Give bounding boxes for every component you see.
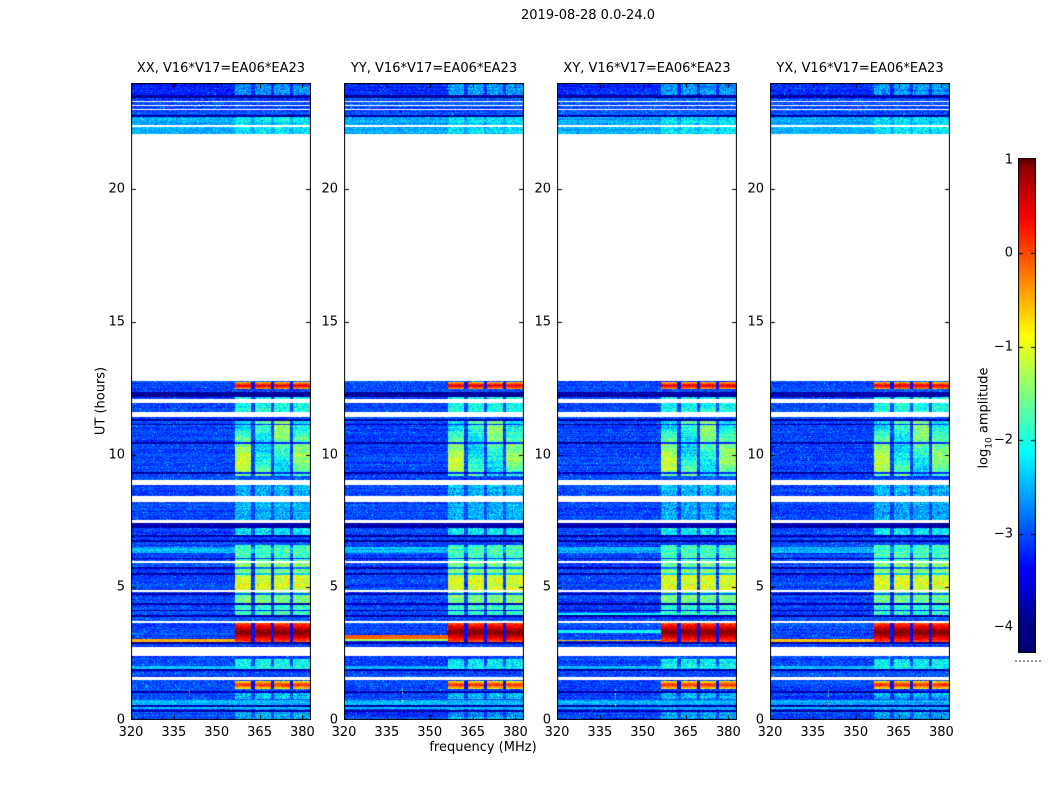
y-tick-label: 15 xyxy=(747,314,764,330)
colorbar-extend-dots xyxy=(1015,660,1041,662)
y-tick-label: 15 xyxy=(534,314,551,330)
y-tick-label: 20 xyxy=(747,181,764,197)
y-axis-label: UT (hours) xyxy=(93,366,109,436)
colorbar-tick-label: −4 xyxy=(993,619,1013,635)
y-tick-label: 15 xyxy=(321,314,338,330)
x-tick-label: 350 xyxy=(417,725,443,740)
x-tick-label: 335 xyxy=(800,725,826,740)
y-tick-label: 10 xyxy=(747,447,764,463)
x-tick-label: 380 xyxy=(290,725,315,740)
x-tick-label: 320 xyxy=(118,725,144,740)
figure-title: 2019-08-28 0.0-24.0 xyxy=(521,8,655,23)
spectrogram-canvas-xy xyxy=(557,83,737,720)
colorbar-tick-label: −1 xyxy=(993,339,1013,355)
y-tick-label: 20 xyxy=(534,181,551,197)
y-tick-label: 5 xyxy=(755,579,764,595)
x-tick-label: 380 xyxy=(716,725,741,740)
y-tick-label: 0 xyxy=(329,712,338,728)
x-tick-label: 320 xyxy=(544,725,570,740)
y-tick-label: 0 xyxy=(755,712,764,728)
y-tick-label: 10 xyxy=(108,447,125,463)
colorbar-tick-label: −3 xyxy=(993,526,1013,542)
colorbar-label: log10 amplitude xyxy=(976,367,995,469)
x-tick-label: 350 xyxy=(843,725,869,740)
y-tick-label: 5 xyxy=(329,579,338,595)
x-tick-label: 365 xyxy=(673,725,698,740)
x-tick-label: 350 xyxy=(630,725,656,740)
panel-title-xx: XX, V16*V17=EA06*EA23 xyxy=(136,61,306,76)
colorbar-canvas xyxy=(1018,158,1036,653)
x-axis-label: frequency (MHz) xyxy=(429,740,537,755)
x-tick-label: 380 xyxy=(503,725,528,740)
y-tick-label: 5 xyxy=(116,579,125,595)
x-tick-label: 365 xyxy=(247,725,272,740)
spectrogram-canvas-yx xyxy=(770,83,950,720)
x-tick-label: 365 xyxy=(460,725,485,740)
y-tick-label: 20 xyxy=(108,181,125,197)
panel-title-yx: YX, V16*V17=EA06*EA23 xyxy=(776,61,944,76)
panel-title-xy: XY, V16*V17=EA06*EA23 xyxy=(563,61,731,76)
y-tick-label: 10 xyxy=(534,447,551,463)
colorbar-tick-label: 0 xyxy=(1004,245,1013,261)
x-tick-label: 380 xyxy=(929,725,954,740)
colorbar-tick-label: 1 xyxy=(1004,152,1013,168)
y-tick-label: 0 xyxy=(116,712,125,728)
x-tick-label: 350 xyxy=(204,725,230,740)
y-tick-label: 5 xyxy=(542,579,551,595)
x-tick-label: 320 xyxy=(331,725,357,740)
y-tick-label: 20 xyxy=(321,181,338,197)
y-tick-label: 15 xyxy=(108,314,125,330)
panel-title-yy: YY, V16*V17=EA06*EA23 xyxy=(350,61,518,76)
x-tick-label: 335 xyxy=(161,725,187,740)
x-tick-label: 335 xyxy=(374,725,400,740)
spectrogram-canvas-xx xyxy=(131,83,311,720)
spectrogram-canvas-yy xyxy=(344,83,524,720)
colorbar-tick-label: −2 xyxy=(993,432,1013,448)
figure: 2019-08-28 0.0-24.0 XX, V16*V17=EA06*EA2… xyxy=(0,0,1050,800)
y-tick-label: 0 xyxy=(542,712,551,728)
x-tick-label: 335 xyxy=(587,725,613,740)
y-tick-label: 10 xyxy=(321,447,338,463)
x-tick-label: 320 xyxy=(757,725,783,740)
x-tick-label: 365 xyxy=(886,725,911,740)
